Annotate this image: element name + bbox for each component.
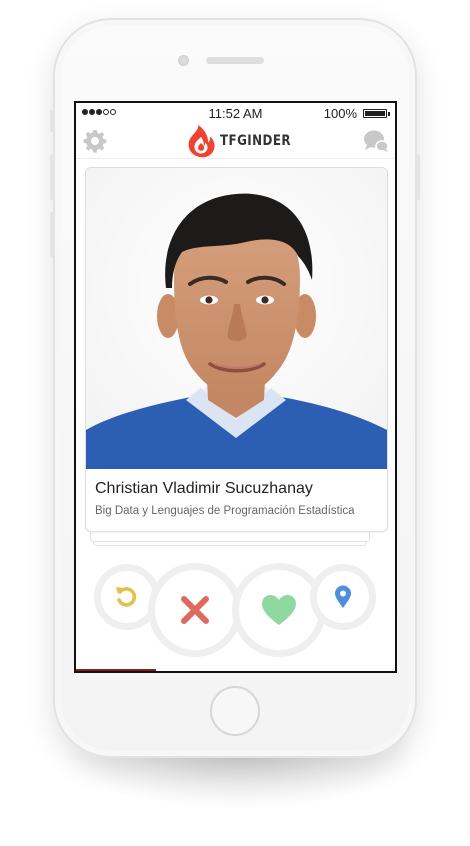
nope-button[interactable] [148,563,242,657]
battery-percent: 100% [323,106,357,121]
undo-icon [116,587,137,607]
profile-photo [86,168,387,469]
profile-card[interactable]: Christian Vladimir Sucuzhanay Big Data y… [85,167,388,532]
status-bar: 11:52 AM 100% [76,103,395,123]
screen-edge-accent [76,669,156,671]
flame-icon [188,125,215,158]
volume-up-button [50,155,54,200]
home-button[interactable] [210,686,260,736]
power-button [416,155,420,200]
location-pin-icon [335,585,351,608]
location-button[interactable] [310,564,376,630]
top-nav-bar: TFGINDER [76,123,395,159]
app-screen: 11:52 AM 100% TFGINDER Christian Vladimi… [74,101,397,673]
profile-name: Christian Vladimir Sucuzhanay [95,480,313,497]
battery-icon [363,109,390,118]
action-bar [76,563,395,663]
app-name: TFGINDER [220,133,291,149]
close-icon [181,596,209,624]
mute-switch [50,110,54,132]
profile-subtitle: Big Data y Lenguajes de Programación Est… [95,505,355,517]
front-camera [178,55,189,66]
gear-icon[interactable] [83,129,107,153]
volume-down-button [50,212,54,257]
chat-bubbles-icon[interactable] [363,129,389,153]
app-logo: TFGINDER [186,123,304,159]
heart-icon [262,595,296,625]
earpiece-speaker [206,57,264,64]
